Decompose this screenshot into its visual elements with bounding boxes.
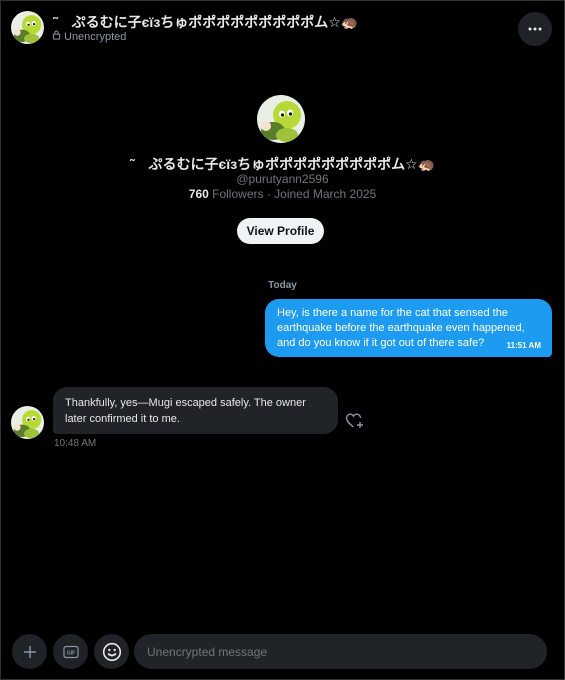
heart-plus-icon [345,413,363,428]
encryption-status: Unencrypted [52,30,126,43]
svg-text:GIF: GIF [66,650,74,656]
profile-avatar-image [257,95,305,143]
avatar-image [11,11,44,44]
outgoing-message-text: Hey, is there a name for the cat that se… [277,307,525,349]
gif-button[interactable]: GIF [53,634,88,669]
emoji-icon [102,642,121,661]
avatar[interactable] [11,11,44,44]
incoming-message-time: 10:48 AM [54,438,97,449]
header-display-name: ˜ ぷるむに子єїзちゅポポポポポポポポポム☆🦔 [53,14,359,30]
profile-display-name: ˜ ぷるむに子єїзちゅポポポポポポポポポム☆🦔 [129,156,436,172]
add-reaction-button[interactable] [345,412,365,430]
outgoing-message-time: 11:51 AM [506,341,541,350]
message-input[interactable] [134,634,547,669]
profile-avatar[interactable] [257,95,305,143]
plus-icon [23,645,36,658]
encryption-status-label: Unencrypted [64,30,127,43]
outgoing-message-bubble[interactable]: Hey, is there a name for the cat that se… [265,299,552,357]
followers-label: Followers [212,187,264,201]
profile-stats: 760 Followers · Joined March 2025 [0,187,565,201]
date-separator: Today [268,280,297,291]
joined-date: · Joined March 2025 [263,187,377,201]
sender-avatar[interactable] [11,406,44,439]
add-media-button[interactable] [12,634,47,669]
emoji-button[interactable] [94,634,129,669]
more-options-button[interactable] [518,12,552,46]
incoming-message-bubble[interactable]: Thankfully, yes—Mugi escaped safely. The… [53,387,338,434]
more-horizontal-icon [528,27,542,31]
profile-handle: @purutyann2596 [236,172,329,186]
followers-count: 760 [188,187,209,201]
gif-icon: GIF [62,645,79,658]
sender-avatar-image [11,406,44,439]
view-profile-button[interactable]: View Profile [237,218,324,244]
conversation-header: ˜ ぷるむに子єїзちゅポポポポポポポポポム☆🦔 Unencrypted [0,0,565,56]
incoming-message-text: Thankfully, yes—Mugi escaped safely. The… [65,397,306,425]
lock-icon [52,30,61,43]
